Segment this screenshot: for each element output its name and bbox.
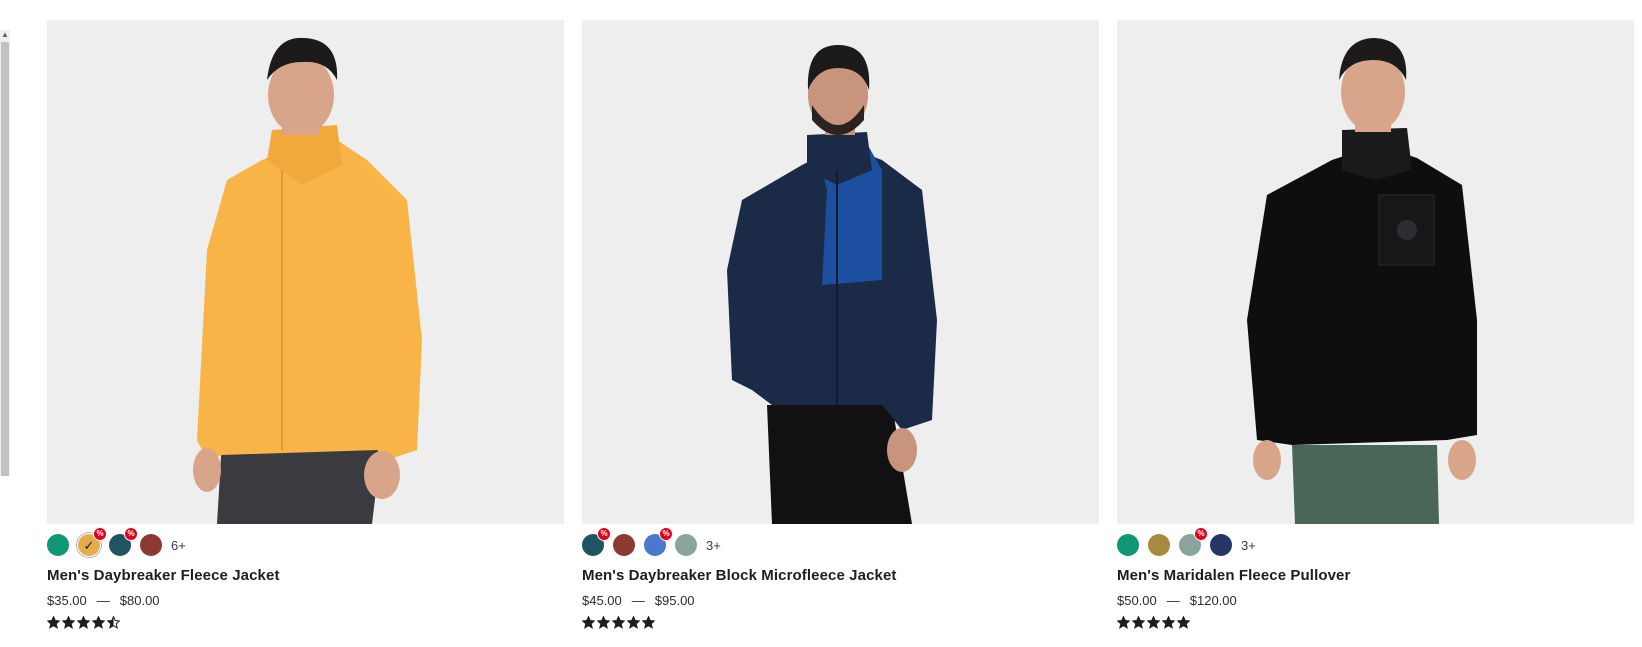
star-full-icon xyxy=(582,616,595,629)
price-from: $45.00 xyxy=(582,593,622,608)
product-name[interactable]: Men's Daybreaker Fleece Jacket xyxy=(47,567,564,584)
color-swatch-navy[interactable] xyxy=(1210,534,1232,556)
color-swatches: % 3+ xyxy=(1117,527,1634,556)
color-swatch-mustard[interactable]: ✓ % xyxy=(78,527,107,556)
color-swatch-green[interactable] xyxy=(47,534,69,556)
product-image[interactable] xyxy=(1117,20,1634,524)
star-full-icon xyxy=(92,616,105,629)
product-photo-illustration xyxy=(193,37,422,524)
color-swatch-olive[interactable] xyxy=(1148,534,1170,556)
star-full-icon xyxy=(612,616,625,629)
price-to: $80.00 xyxy=(119,593,160,608)
color-swatch-rust[interactable] xyxy=(613,534,635,556)
product-name[interactable]: Men's Daybreaker Block Microfleece Jacke… xyxy=(582,567,1099,584)
product-photo-illustration xyxy=(1247,38,1477,524)
checkmark-icon: ✓ xyxy=(83,537,95,553)
star-full-icon xyxy=(62,616,75,629)
product-grid: ✓ % % 6+ Men's Daybreaker Fleece Jacket … xyxy=(47,20,1634,629)
price-to: $120.00 xyxy=(1189,593,1237,608)
color-swatch-sage[interactable] xyxy=(675,534,697,556)
product-image[interactable] xyxy=(47,20,564,524)
product-price: $50.00 — $120.00 xyxy=(1117,593,1634,608)
product-card[interactable]: % % 3+ Men's Daybreaker Block Microfleec… xyxy=(582,20,1099,629)
sale-badge: % xyxy=(124,527,138,541)
star-half-icon xyxy=(107,616,120,629)
product-image[interactable] xyxy=(582,20,1099,524)
star-rating xyxy=(47,616,564,629)
scroll-up-icon[interactable]: ▲ xyxy=(1,30,9,40)
sale-badge: % xyxy=(659,527,673,541)
more-colors-link[interactable]: 3+ xyxy=(1241,538,1256,553)
color-swatch-sage[interactable]: % xyxy=(1179,527,1208,556)
color-swatch-teal[interactable]: % xyxy=(582,527,611,556)
sale-badge: % xyxy=(1194,527,1208,541)
star-full-icon xyxy=(627,616,640,629)
product-price: $35.00 — $80.00 xyxy=(47,593,564,608)
price-to: $95.00 xyxy=(654,593,695,608)
more-colors-link[interactable]: 6+ xyxy=(171,538,186,553)
star-rating xyxy=(582,616,1099,629)
star-full-icon xyxy=(1147,616,1160,629)
price-separator: — xyxy=(631,593,645,608)
color-swatch-rust[interactable] xyxy=(140,534,162,556)
product-card[interactable]: % 3+ Men's Maridalen Fleece Pullover $50… xyxy=(1117,20,1634,629)
color-swatches: % % 3+ xyxy=(582,527,1099,556)
sale-badge: % xyxy=(93,527,107,541)
star-full-icon xyxy=(642,616,655,629)
star-full-icon xyxy=(77,616,90,629)
color-swatch-green[interactable] xyxy=(1117,534,1139,556)
product-price: $45.00 — $95.00 xyxy=(582,593,1099,608)
price-separator: — xyxy=(96,593,110,608)
star-full-icon xyxy=(47,616,60,629)
star-full-icon xyxy=(1132,616,1145,629)
star-full-icon xyxy=(1117,616,1130,629)
star-full-icon xyxy=(597,616,610,629)
price-separator: — xyxy=(1166,593,1180,608)
more-colors-link[interactable]: 3+ xyxy=(706,538,721,553)
scrollbar-thumb[interactable] xyxy=(1,42,9,476)
color-swatch-teal[interactable]: % xyxy=(109,527,138,556)
product-photo-illustration xyxy=(727,45,937,524)
price-from: $35.00 xyxy=(47,593,87,608)
page-scrollbar[interactable]: ▲ xyxy=(0,30,10,476)
star-full-icon xyxy=(1162,616,1175,629)
sale-badge: % xyxy=(597,527,611,541)
product-card[interactable]: ✓ % % 6+ Men's Daybreaker Fleece Jacket … xyxy=(47,20,564,629)
price-from: $50.00 xyxy=(1117,593,1157,608)
star-full-icon xyxy=(1177,616,1190,629)
color-swatch-blue[interactable]: % xyxy=(644,527,673,556)
color-swatches: ✓ % % 6+ xyxy=(47,527,564,556)
product-name[interactable]: Men's Maridalen Fleece Pullover xyxy=(1117,567,1634,584)
star-rating xyxy=(1117,616,1634,629)
